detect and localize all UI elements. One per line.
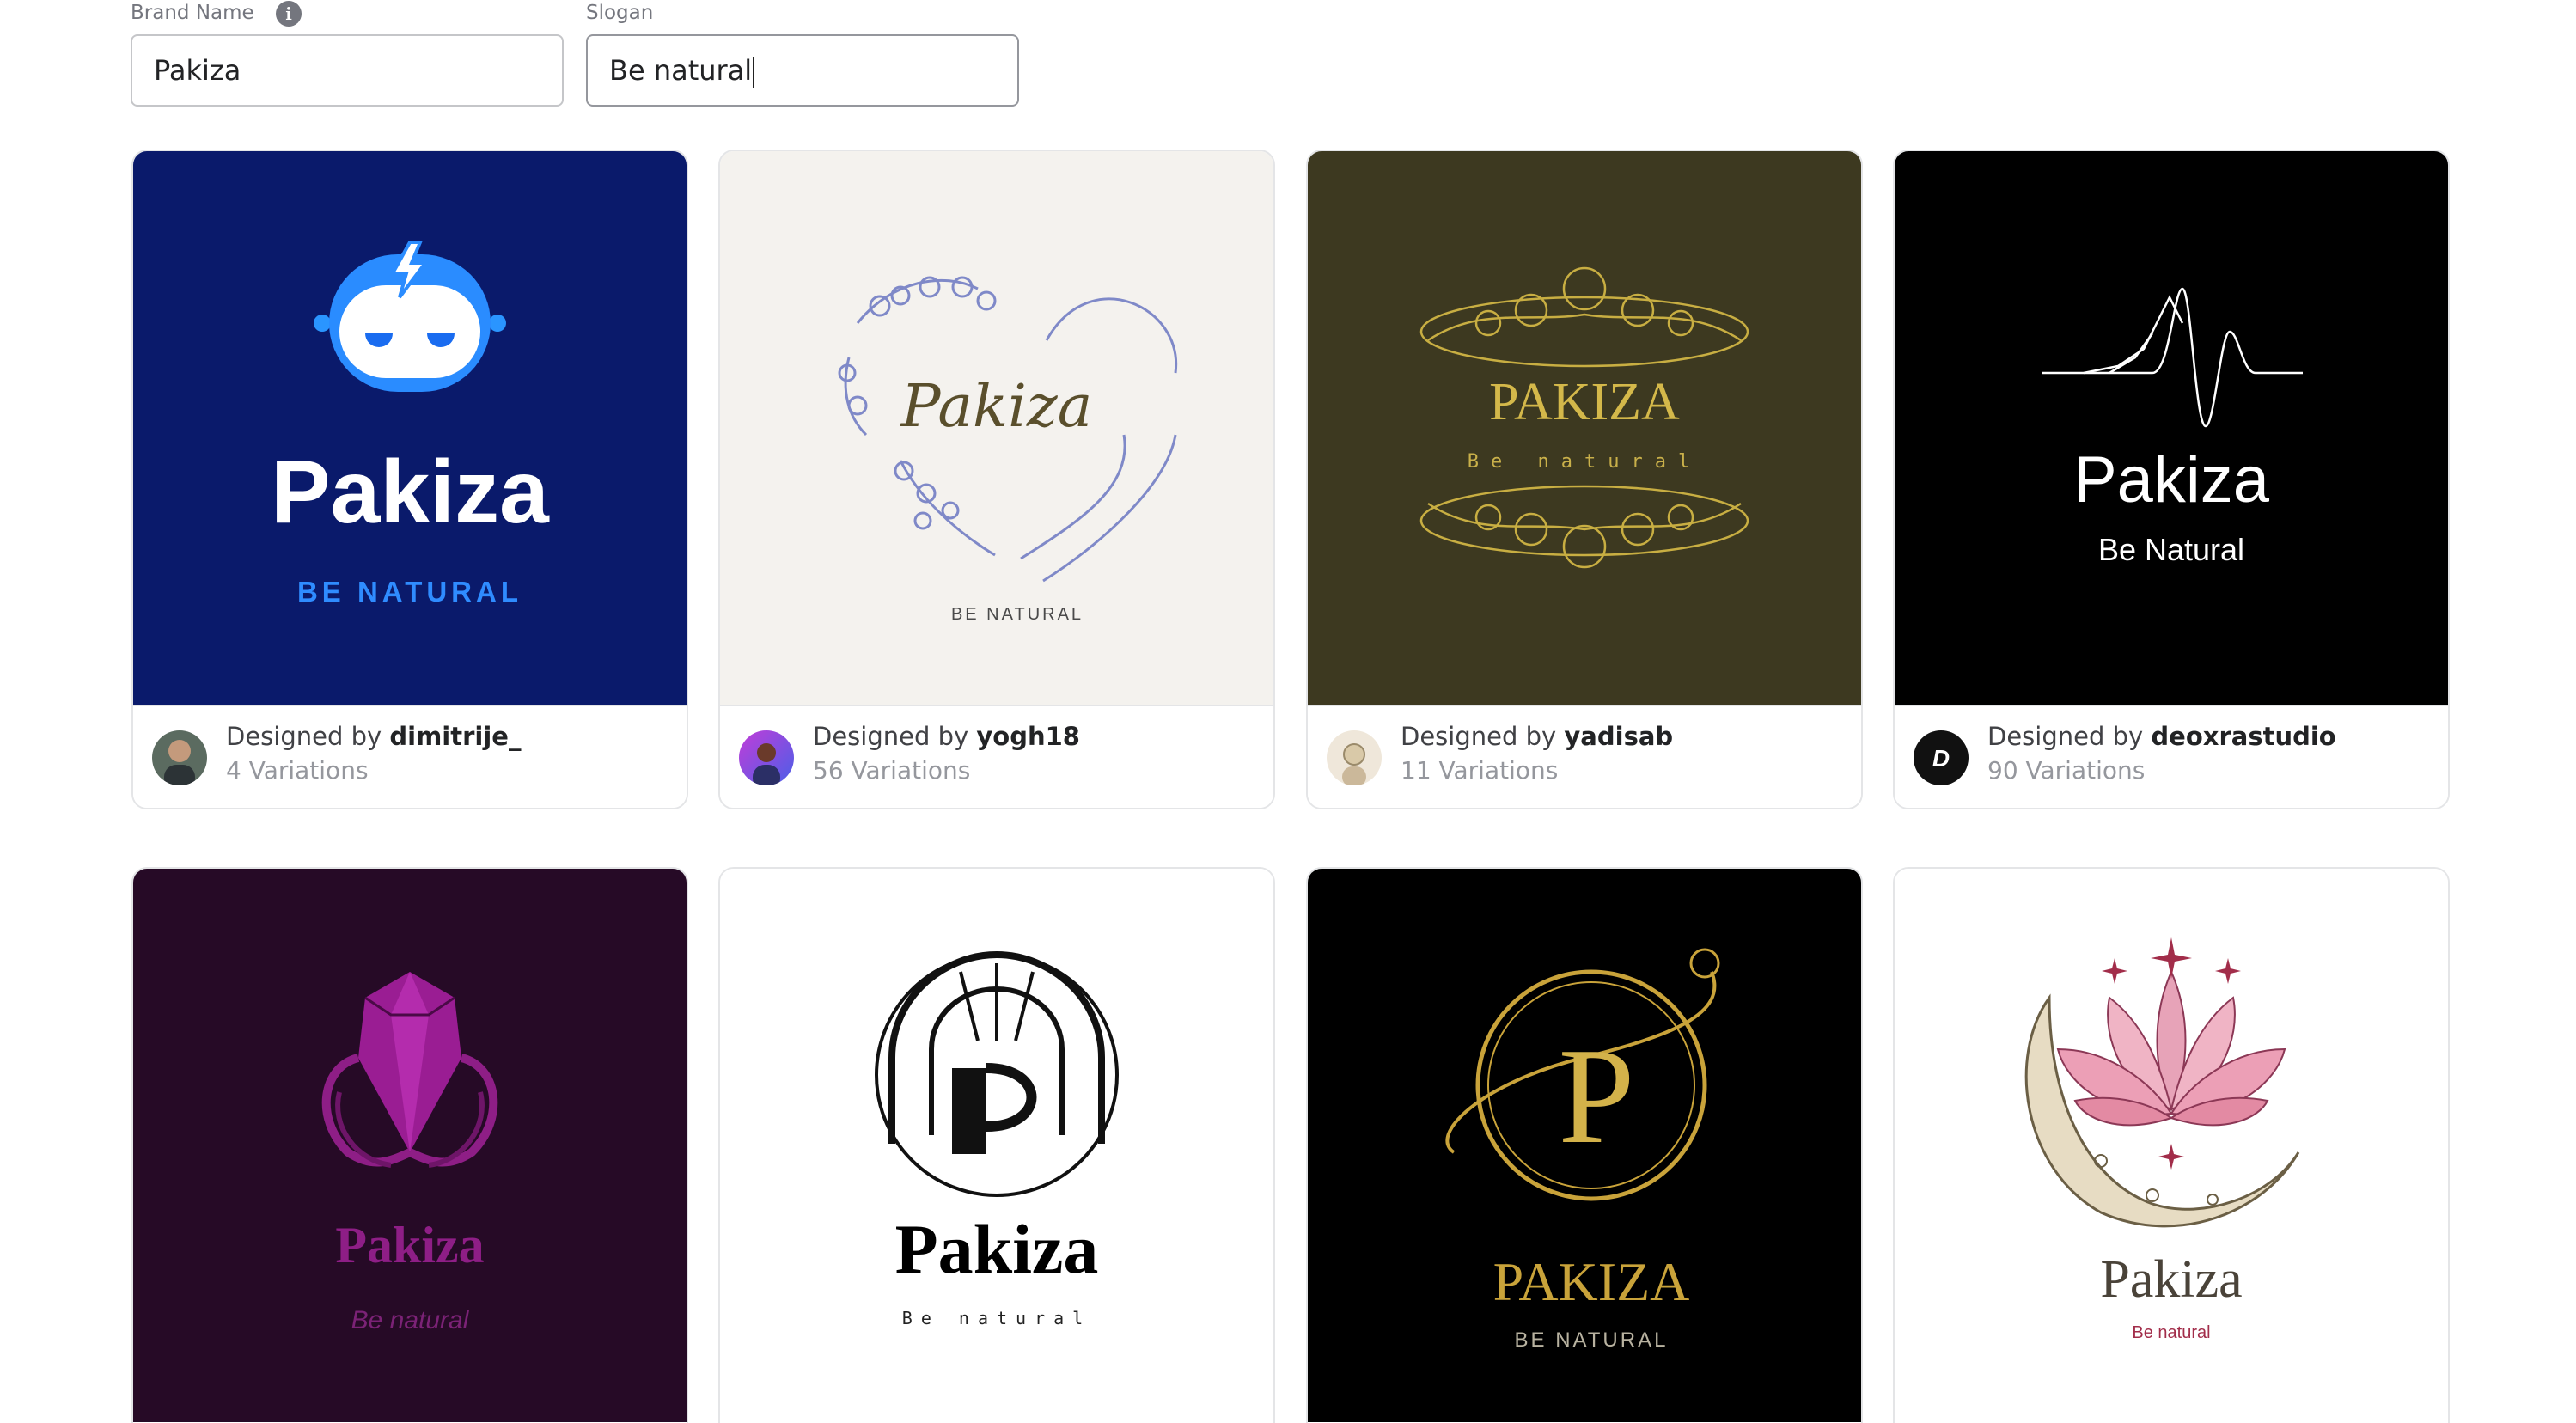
designer-name[interactable]: dimitrije_ (389, 722, 521, 751)
designed-by-prefix: Designed by (1401, 722, 1557, 751)
logo-card[interactable]: P PAKIZA BE NATURAL (1306, 867, 1863, 1423)
slogan-value: Be natural (609, 54, 753, 87)
variations-count: 90 Variations (1987, 756, 2146, 785)
avatar[interactable] (152, 730, 207, 785)
logo-card[interactable]: Pakiza Be Natural D Designed by deoxrast… (1893, 150, 2450, 809)
logo-slogan-text: BE NATURAL (1515, 1328, 1669, 1352)
logo-preview-canvas: Pakiza BE NATURAL (720, 151, 1273, 705)
designer-name[interactable]: yogh18 (976, 722, 1080, 751)
brand-name-value: Pakiza (154, 54, 241, 87)
logo-slogan-text: Be Natural (2098, 532, 2244, 567)
designed-by-prefix: Designed by (813, 722, 969, 751)
logo-preview[interactable]: Pakiza BE NATURAL (720, 151, 1273, 705)
logo-preview-canvas: P PAKIZA BE NATURAL (1308, 869, 1861, 1422)
slogan-input[interactable]: Be natural (586, 34, 1019, 107)
logo-slogan-text: Be natural (351, 1306, 470, 1334)
logo-card[interactable]: Pakiza Be natural (1893, 867, 2450, 1423)
avatar[interactable] (1327, 730, 1382, 785)
logo-preview-canvas: PAKIZA Be natural (1308, 151, 1861, 705)
logo-monogram-letter: P (1559, 1019, 1635, 1172)
logo-slogan-text: BE NATURAL (951, 605, 1084, 624)
designer-name[interactable]: deoxrastudio (2151, 722, 2335, 751)
logo-preview[interactable]: Pakiza Be natural (720, 869, 1273, 1422)
logo-brand-text: PAKIZA (1489, 373, 1680, 431)
logo-card[interactable]: Pakiza BE NATURAL Designed by yogh18 56 … (718, 150, 1275, 809)
logo-brand-text: Pakiza (900, 373, 1093, 441)
designer-name[interactable]: yadisab (1564, 722, 1673, 751)
logo-card[interactable]: PAKIZA Be natural Designed by yadisab 11… (1306, 150, 1863, 809)
avatar[interactable] (739, 730, 794, 785)
variations-count: 56 Variations (813, 756, 971, 785)
variations-count: 11 Variations (1401, 756, 1559, 785)
logo-preview-canvas: Pakiza Be natural (720, 869, 1273, 1422)
logo-preview[interactable]: Pakiza BE NATURAL (133, 151, 687, 705)
designed-by: Designed by yogh18 (813, 722, 1080, 751)
avatar[interactable]: D (1914, 730, 1969, 785)
logo-brand-text: Pakiza (271, 443, 550, 542)
logo-preview[interactable]: Pakiza Be natural (133, 869, 687, 1422)
brand-name-input[interactable]: Pakiza (131, 34, 564, 107)
card-footer: Designed by dimitrije_ 4 Variations (133, 705, 687, 808)
logo-brand-text: Pakiza (335, 1217, 484, 1273)
logo-preview[interactable]: P PAKIZA BE NATURAL (1308, 869, 1861, 1422)
designed-by-prefix: Designed by (1987, 722, 2144, 751)
logo-brand-text: Pakiza (2100, 1250, 2242, 1309)
logo-card[interactable]: Pakiza Be natural (131, 867, 688, 1423)
logo-preview[interactable]: Pakiza Be natural (1895, 869, 2448, 1422)
info-icon[interactable]: i (276, 1, 302, 27)
text-caret (753, 57, 755, 88)
logo-card[interactable]: Pakiza Be natural (718, 867, 1275, 1423)
logo-brand-text: PAKIZA (1493, 1251, 1690, 1312)
card-footer: Designed by yadisab 11 Variations (1308, 705, 1861, 808)
brand-name-label: Brand Name (131, 2, 254, 24)
svg-text:D: D (1932, 745, 1950, 772)
card-footer: D Designed by deoxrastudio 90 Variations (1895, 705, 2448, 808)
logo-preview-canvas: Pakiza Be Natural (1895, 151, 2448, 705)
logo-preview-canvas: Pakiza Be natural (133, 869, 687, 1422)
logo-preview-canvas: Pakiza BE NATURAL (133, 151, 687, 705)
logo-slogan-text: Be natural (1468, 451, 1701, 473)
logo-preview[interactable]: PAKIZA Be natural (1308, 151, 1861, 705)
logo-slogan-text: Be natural (902, 1308, 1091, 1328)
designed-by-prefix: Designed by (226, 722, 382, 751)
logo-slogan-text: Be natural (2132, 1323, 2210, 1342)
card-footer: Designed by yogh18 56 Variations (720, 705, 1273, 808)
slogan-label: Slogan (586, 2, 654, 24)
logo-preview[interactable]: Pakiza Be Natural (1895, 151, 2448, 705)
designed-by: Designed by dimitrije_ (226, 722, 521, 751)
logo-brand-text: Pakiza (895, 1210, 1099, 1288)
logo-slogan-text: BE NATURAL (297, 576, 522, 608)
logo-card[interactable]: Pakiza BE NATURAL Designed by dimitrije_… (131, 150, 688, 809)
logo-brand-text: Pakiza (2073, 443, 2270, 516)
logo-preview-canvas: Pakiza Be natural (1895, 869, 2448, 1422)
variations-count: 4 Variations (226, 756, 369, 785)
designed-by: Designed by deoxrastudio (1987, 722, 2336, 751)
designed-by: Designed by yadisab (1401, 722, 1673, 751)
